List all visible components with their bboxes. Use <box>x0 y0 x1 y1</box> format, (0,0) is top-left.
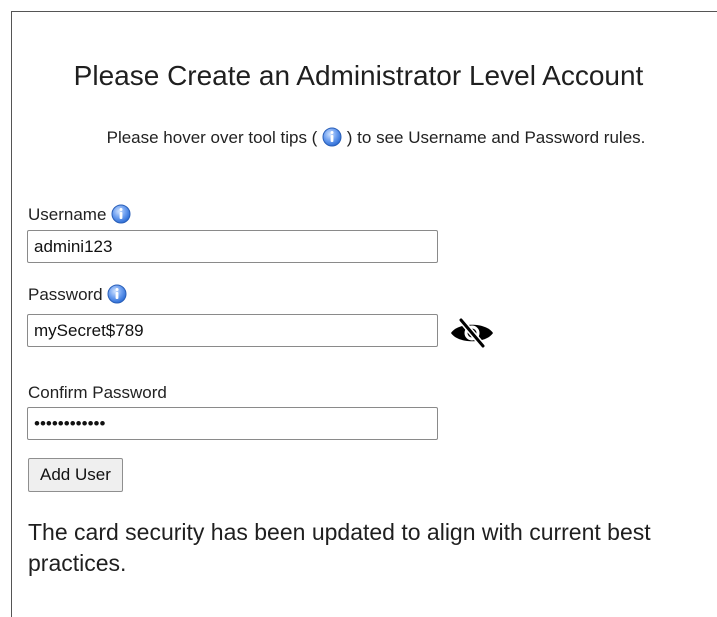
password-label: Password <box>28 284 127 305</box>
tooltip-hint-text-after: ) to see Username and Password rules. <box>346 128 646 147</box>
confirm-password-label: Confirm Password <box>28 383 167 402</box>
password-info-icon[interactable] <box>107 284 127 304</box>
security-notice: The card security has been updated to al… <box>28 519 651 576</box>
password-label-text: Password <box>28 285 103 304</box>
confirm-password-input[interactable] <box>27 407 438 440</box>
page-title: Please Create an Administrator Level Acc… <box>73 60 644 91</box>
tooltip-hint-text-before: Please hover over tool tips ( <box>106 128 318 147</box>
tooltip-hint: Please hover over tool tips ( ) to see U… <box>46 126 706 149</box>
username-info-icon[interactable] <box>111 204 131 224</box>
eye-slash-icon[interactable] <box>448 316 496 350</box>
username-input[interactable] <box>27 230 438 263</box>
username-label: Username <box>28 204 131 225</box>
info-icon[interactable] <box>322 127 342 147</box>
add-user-button[interactable]: Add User <box>28 458 123 492</box>
username-label-text: Username <box>28 205 107 224</box>
password-input[interactable] <box>27 314 438 347</box>
